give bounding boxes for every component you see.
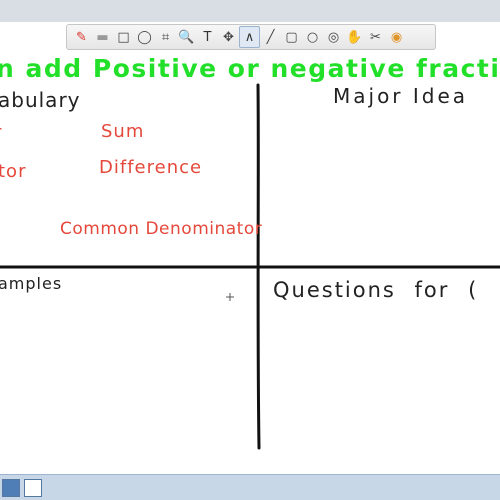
vocabulary-header: abulary [0, 88, 81, 112]
page-thumbnail-1[interactable] [2, 478, 20, 497]
hand-tool-icon[interactable]: ✋ [344, 26, 365, 48]
grid-lines [0, 83, 500, 450]
vocab-fragment: r [0, 122, 2, 143]
questions-header: Questions for ( [273, 278, 479, 302]
lesson-title: n add Positive or negative fracti [0, 54, 500, 83]
zoom-tool-icon[interactable]: 🔍 [176, 26, 197, 48]
color-picker-tool-icon[interactable]: ◉ [386, 26, 407, 48]
rectangle-select-tool-icon[interactable]: □ [113, 26, 134, 48]
pen-tool-icon[interactable]: ✎ [71, 26, 92, 48]
move-tool-icon[interactable]: ✥ [218, 26, 239, 48]
vocab-difference: Difference [99, 157, 203, 178]
drawing-toolbar: ✎ ▬ □ ◯ ⌗ 🔍 T ✥ ∧ ╱ ▢ ○ ◎ ✋ ✂ ◉ [66, 24, 436, 50]
whiteboard-canvas[interactable] [0, 50, 500, 474]
scissors-tool-icon[interactable]: ✂ [365, 26, 386, 48]
dot-tool-icon[interactable]: ◎ [323, 26, 344, 48]
line-tool-icon[interactable]: ╱ [260, 26, 281, 48]
lasso-tool-icon[interactable]: ◯ [134, 26, 155, 48]
horizontal-divider [0, 265, 500, 269]
vocab-common-denominator: Common Denominator [60, 219, 263, 239]
page-thumbnail-2[interactable] [24, 478, 42, 497]
circle-shape-tool-icon[interactable]: ○ [302, 26, 323, 48]
major-ideas-header: Major Idea [333, 84, 469, 108]
window-title-bar [0, 0, 500, 22]
vocab-sum: Sum [101, 121, 145, 142]
cursor-icon [226, 293, 234, 301]
square-shape-tool-icon[interactable]: ▢ [281, 26, 302, 48]
vocab-denominator-fragment: tor [0, 161, 27, 182]
text-tool-icon[interactable]: T [197, 26, 218, 48]
page-navigation-bar [0, 474, 500, 500]
freehand-line-tool-icon[interactable]: ∧ [239, 26, 260, 48]
examples-header: amples [0, 274, 63, 293]
crop-tool-icon[interactable]: ⌗ [155, 26, 176, 48]
highlighter-tool-icon[interactable]: ▬ [92, 26, 113, 48]
